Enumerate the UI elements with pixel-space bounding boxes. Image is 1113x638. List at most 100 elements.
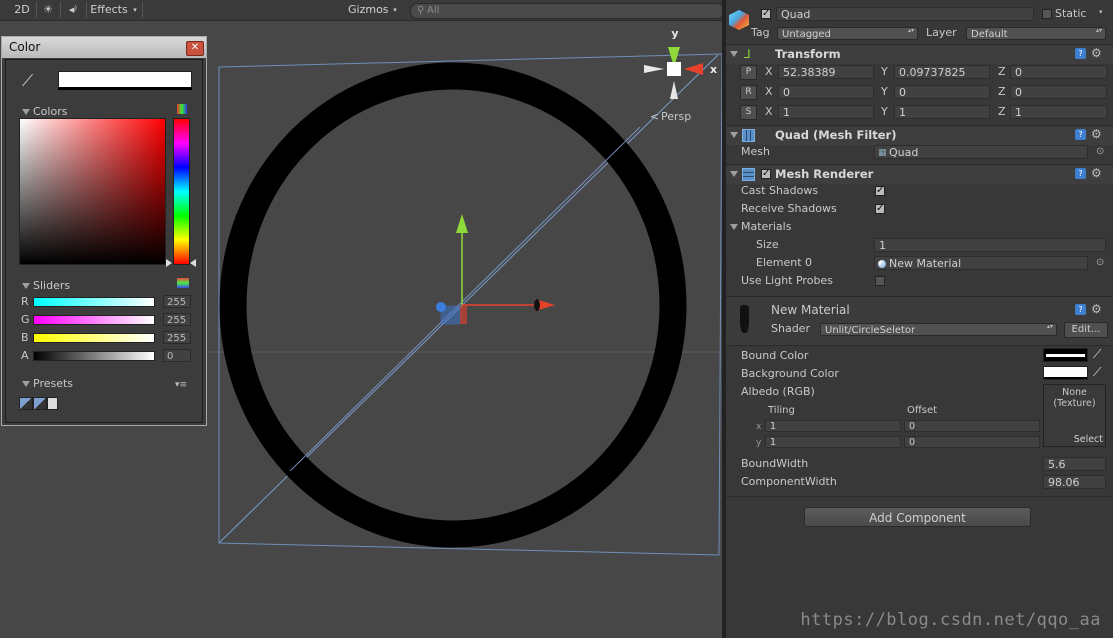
- offset-y-field[interactable]: 0: [904, 436, 1040, 448]
- a-value-field[interactable]: 0: [163, 349, 191, 362]
- eyedropper-icon[interactable]: ⟋: [22, 71, 33, 91]
- object-picker-icon[interactable]: ⊙: [1096, 146, 1104, 157]
- add-component-button[interactable]: Add Component: [804, 507, 1031, 527]
- help-icon[interactable]: ?: [1075, 48, 1086, 59]
- bound-color-alpha-bar: [1046, 354, 1085, 357]
- mesh-filter-header[interactable]: Quad (Mesh Filter) ? ⚙: [726, 125, 1113, 145]
- bound-width-label: BoundWidth: [741, 457, 809, 470]
- r-slider[interactable]: [33, 297, 155, 307]
- mesh-renderer-foldout-icon[interactable]: [730, 171, 738, 177]
- presets-section-label: Presets: [33, 377, 74, 390]
- presets-foldout-icon[interactable]: [22, 381, 30, 387]
- tag-label: Tag: [751, 26, 770, 39]
- materials-size-field[interactable]: 1: [874, 238, 1106, 252]
- mesh-object-field[interactable]: ▦ Quad: [874, 145, 1088, 159]
- scale-reset-button[interactable]: S: [740, 105, 757, 120]
- pos-x-field[interactable]: 52.38389: [778, 65, 874, 79]
- scale-y-field[interactable]: 1: [894, 105, 990, 119]
- color-mode-icon[interactable]: [177, 104, 187, 114]
- materials-foldout-icon[interactable]: [730, 224, 738, 230]
- gear-icon[interactable]: ⚙: [1091, 302, 1102, 316]
- tiling-y-field[interactable]: 1: [765, 436, 901, 448]
- gizmos-dropdown[interactable]: Gizmos: [348, 2, 389, 18]
- b-value-field[interactable]: 255: [163, 331, 191, 344]
- r-value-field[interactable]: 255: [163, 295, 191, 308]
- tag-dropdown[interactable]: Untagged: [777, 27, 918, 40]
- rot-z-field[interactable]: 0: [1010, 85, 1107, 99]
- g-slider[interactable]: [33, 315, 155, 325]
- lighting-toggle-icon[interactable]: ☀: [38, 2, 58, 18]
- texture-select-button[interactable]: Select: [1074, 434, 1103, 445]
- hue-marker-right[interactable]: [190, 259, 196, 267]
- eyedropper-icon[interactable]: ⟋: [1093, 365, 1101, 380]
- object-picker-icon[interactable]: ⊙: [1096, 257, 1104, 268]
- gear-icon[interactable]: ⚙: [1091, 166, 1102, 180]
- hue-marker-left[interactable]: [166, 259, 172, 267]
- transform-foldout-icon[interactable]: [730, 51, 738, 57]
- shader-edit-button[interactable]: Edit...: [1064, 322, 1108, 338]
- sliders-foldout-icon[interactable]: [22, 283, 30, 289]
- orient-neg-y-cone: [670, 81, 678, 99]
- g-value-field[interactable]: 255: [163, 313, 191, 326]
- scene-search-input[interactable]: ⚲ All: [410, 3, 724, 19]
- gear-icon[interactable]: ⚙: [1091, 127, 1102, 141]
- a-slider[interactable]: [33, 351, 155, 361]
- scale-x-field[interactable]: 1: [778, 105, 874, 119]
- bound-width-field[interactable]: 5.6: [1043, 457, 1106, 471]
- rot-x-field[interactable]: 0: [778, 85, 874, 99]
- light-probes-checkbox[interactable]: [875, 276, 885, 286]
- active-checkbox[interactable]: ✓: [761, 9, 771, 19]
- color-window-titlebar[interactable]: Color ✕: [2, 37, 206, 58]
- hue-slider[interactable]: [173, 118, 190, 265]
- close-icon[interactable]: ✕: [186, 41, 204, 56]
- receive-shadows-checkbox[interactable]: ✓: [875, 204, 885, 214]
- transform-header[interactable]: ⅃ Transform ? ⚙: [726, 44, 1113, 64]
- background-color-swatch[interactable]: [1043, 366, 1088, 380]
- layer-dropdown[interactable]: Default: [966, 27, 1106, 40]
- mesh-renderer-enabled-checkbox[interactable]: ✓: [761, 169, 771, 179]
- background-color-alpha-bar: [1044, 377, 1087, 379]
- tiling-x-field[interactable]: 1: [765, 420, 901, 432]
- saturation-value-picker[interactable]: [19, 118, 166, 265]
- help-icon[interactable]: ?: [1075, 168, 1086, 179]
- eyedropper-icon[interactable]: ⟋: [1093, 347, 1101, 362]
- presets-menu-icon[interactable]: ▾≡: [175, 380, 187, 390]
- static-checkbox[interactable]: [1042, 9, 1052, 19]
- cast-shadows-checkbox[interactable]: ✓: [875, 186, 885, 196]
- rotation-reset-button[interactable]: R: [740, 85, 757, 100]
- object-name-field[interactable]: Quad: [776, 7, 1034, 21]
- gear-icon[interactable]: ⚙: [1091, 46, 1102, 60]
- effects-dropdown[interactable]: Effects: [90, 2, 128, 18]
- mesh-renderer-header[interactable]: ✓ Mesh Renderer ? ⚙: [726, 164, 1113, 184]
- color-picker-window[interactable]: Color ✕ ⟋ Colors Sliders R 255 G 255 B 2…: [1, 36, 207, 426]
- 2d-toggle-button[interactable]: 2D: [8, 2, 36, 18]
- audio-toggle-icon[interactable]: ◂⁾: [62, 2, 84, 18]
- offset-x-field[interactable]: 0: [904, 420, 1040, 432]
- element0-label: Element 0: [756, 256, 813, 269]
- colors-foldout-icon[interactable]: [22, 109, 30, 115]
- preset-swatch-2[interactable]: [33, 397, 47, 410]
- bound-color-label: Bound Color: [741, 349, 809, 362]
- layer-label: Layer: [926, 26, 957, 39]
- shader-dropdown[interactable]: Unlit/CircleSeletor: [820, 323, 1057, 336]
- preset-swatch-1[interactable]: [19, 397, 33, 410]
- pos-z-field[interactable]: 0: [1010, 65, 1107, 79]
- slider-mode-icon[interactable]: [177, 278, 189, 288]
- element0-object-field[interactable]: New Material: [874, 256, 1088, 270]
- rot-y-label: Y: [881, 85, 888, 98]
- scale-z-field[interactable]: 1: [1010, 105, 1107, 119]
- mesh-filter-foldout-icon[interactable]: [730, 132, 738, 138]
- effects-chevron-down-icon[interactable]: ▾: [130, 2, 140, 18]
- b-slider[interactable]: [33, 333, 155, 343]
- help-icon[interactable]: ?: [1075, 129, 1086, 140]
- albedo-texture-slot[interactable]: None (Texture) Select: [1043, 384, 1106, 447]
- help-icon[interactable]: ?: [1075, 304, 1086, 315]
- bound-color-swatch[interactable]: [1043, 348, 1088, 362]
- component-width-field[interactable]: 98.06: [1043, 475, 1106, 489]
- static-chevron-down-icon[interactable]: ▾: [1099, 8, 1103, 16]
- pos-y-field[interactable]: 0.09737825: [894, 65, 990, 79]
- preset-add-icon[interactable]: [47, 397, 58, 410]
- gizmos-chevron-down-icon[interactable]: ▾: [390, 2, 400, 18]
- rot-y-field[interactable]: 0: [894, 85, 990, 99]
- position-reset-button[interactable]: P: [740, 65, 757, 80]
